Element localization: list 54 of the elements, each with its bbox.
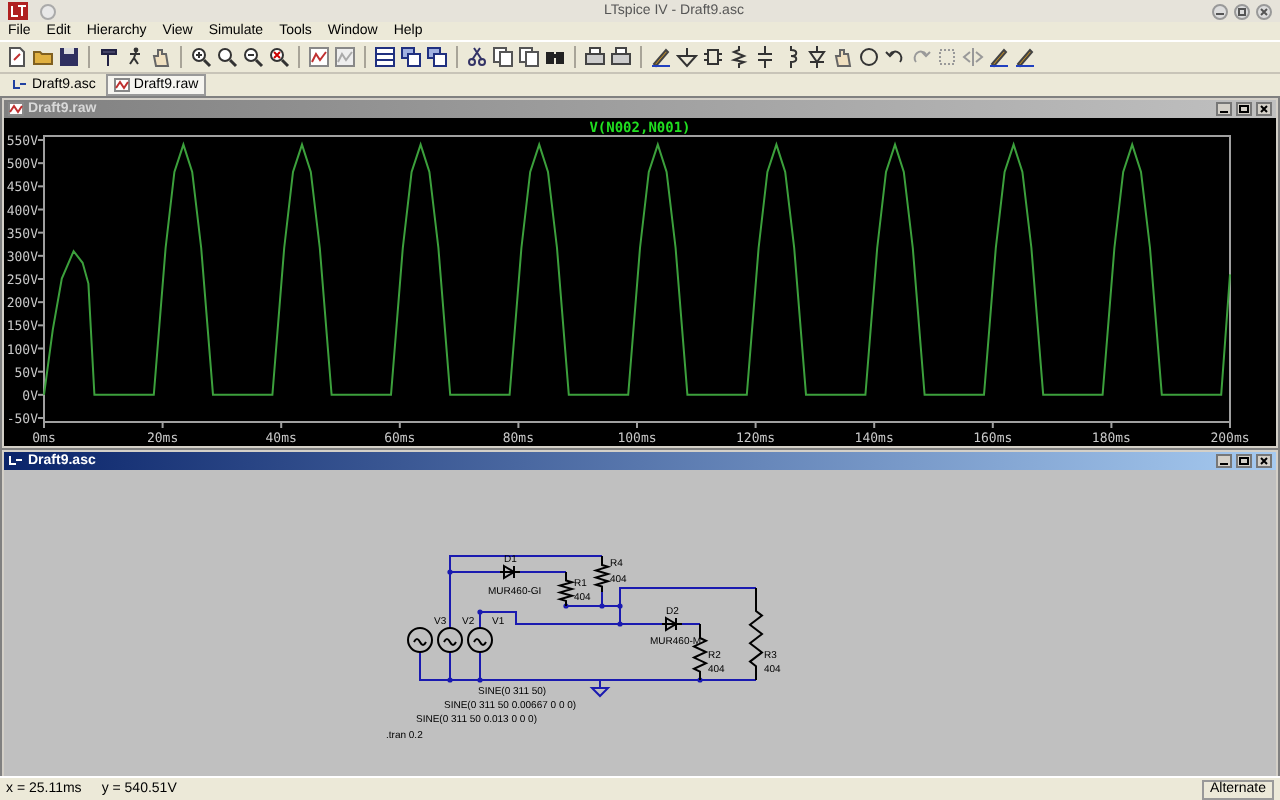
circle-icon xyxy=(40,3,56,19)
pencil-icon[interactable] xyxy=(650,46,672,68)
hand-icon[interactable] xyxy=(832,46,854,68)
tile-windows-icon[interactable] xyxy=(374,46,396,68)
zoom-cancel-icon[interactable] xyxy=(268,46,290,68)
minimize-icon[interactable] xyxy=(1216,454,1232,468)
paste-icon[interactable] xyxy=(518,46,540,68)
voltage-source-symbol[interactable] xyxy=(407,627,433,653)
schematic-icon xyxy=(8,454,24,468)
waveform-icon xyxy=(113,78,130,92)
binoculars-icon[interactable] xyxy=(544,46,566,68)
ground-symbol[interactable] xyxy=(591,679,611,697)
printer-icon[interactable] xyxy=(584,46,606,68)
resistor-symbol[interactable] xyxy=(748,587,764,681)
pen-icon[interactable] xyxy=(988,46,1010,68)
zoom-in-icon[interactable] xyxy=(190,46,212,68)
new-document-icon[interactable] xyxy=(6,46,28,68)
cascade-windows-icon[interactable] xyxy=(426,46,448,68)
voltage-source-symbol[interactable] xyxy=(437,627,463,653)
close-icon[interactable] xyxy=(1256,454,1272,468)
voltage-source-symbol[interactable] xyxy=(467,627,493,653)
copy-icon[interactable] xyxy=(492,46,514,68)
diode-symbol[interactable] xyxy=(661,617,683,631)
resistor-icon[interactable] xyxy=(728,46,750,68)
waveform-icon xyxy=(8,102,24,116)
zoom-out-icon[interactable] xyxy=(242,46,264,68)
diode-icon[interactable] xyxy=(806,46,828,68)
magnifier-icon[interactable] xyxy=(216,46,238,68)
diode-symbol[interactable] xyxy=(499,565,521,579)
circle-icon[interactable] xyxy=(858,46,880,68)
maximize-icon[interactable] xyxy=(1234,3,1250,19)
resistor-symbol[interactable] xyxy=(556,571,576,607)
printer-icon[interactable] xyxy=(610,46,632,68)
cascade-windows-icon[interactable] xyxy=(400,46,422,68)
maximize-icon[interactable] xyxy=(1236,454,1252,468)
scissors-icon[interactable] xyxy=(466,46,488,68)
minimize-icon[interactable] xyxy=(1212,3,1228,19)
chart-icon[interactable] xyxy=(334,46,356,68)
chart-icon[interactable] xyxy=(308,46,330,68)
component-icon[interactable] xyxy=(702,46,724,68)
running-figure-icon[interactable] xyxy=(124,46,146,68)
capacitor-icon[interactable] xyxy=(754,46,776,68)
hand-icon[interactable] xyxy=(150,46,172,68)
app-logo-icon xyxy=(8,2,28,20)
minimize-icon[interactable] xyxy=(1216,102,1232,116)
open-folder-icon[interactable] xyxy=(32,46,54,68)
maximize-icon[interactable] xyxy=(1236,102,1252,116)
close-icon[interactable] xyxy=(1256,102,1272,116)
close-icon[interactable] xyxy=(1256,3,1272,19)
pen-icon[interactable] xyxy=(1014,46,1036,68)
resistor-symbol[interactable] xyxy=(592,555,612,593)
schematic-icon xyxy=(12,78,28,92)
ground-icon[interactable] xyxy=(676,46,698,68)
undo-icon[interactable] xyxy=(884,46,906,68)
